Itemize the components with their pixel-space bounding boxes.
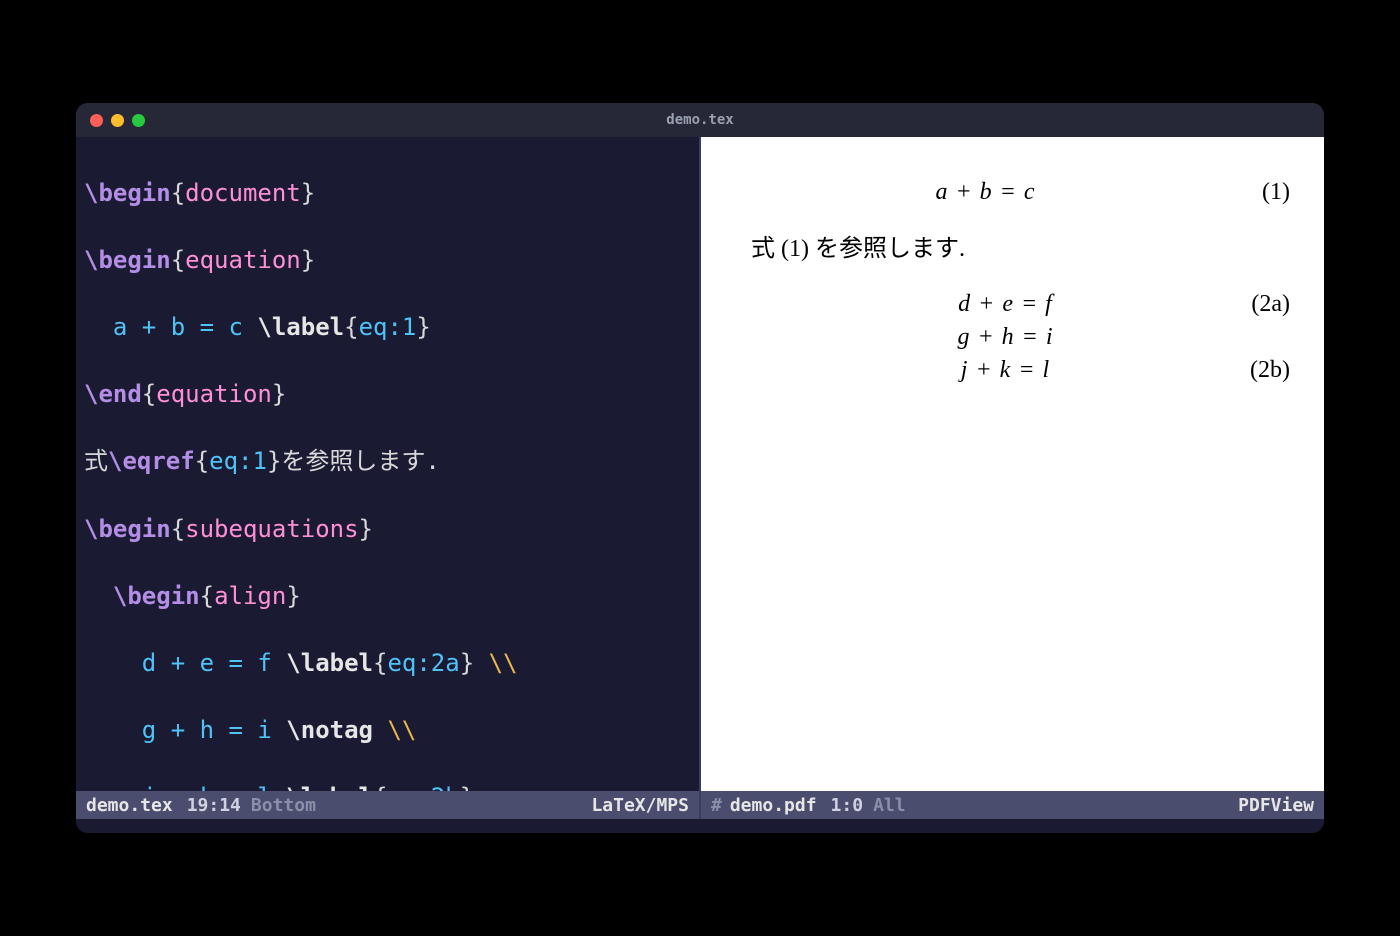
window-controls <box>90 114 145 127</box>
pdf-equation: g + h = i <box>791 324 1290 351</box>
close-icon[interactable] <box>90 114 103 127</box>
code-line: \begin{subequations} <box>76 513 699 547</box>
buffer-name: demo.pdf <box>730 795 817 816</box>
pdf-equation: j + k = l (2b) <box>791 357 1290 384</box>
modified-indicator: # <box>711 795 722 816</box>
titlebar: demo.tex <box>76 103 1324 137</box>
code-line: j + k = l \label{eq:2b} <box>76 781 699 791</box>
code-line: g + h = i \notag \\ <box>76 714 699 748</box>
code-line: \begin{document} <box>76 177 699 211</box>
code-line: d + e = f \label{eq:2a} \\ <box>76 647 699 681</box>
buffer-name: demo.tex <box>86 795 173 816</box>
code-line: \end{equation} <box>76 378 699 412</box>
minibuffer[interactable] <box>76 819 1324 833</box>
pdf-view[interactable]: a + b = c (1) 式 (1) を参照します. d + e = f (2… <box>701 137 1324 791</box>
minimize-icon[interactable] <box>111 114 124 127</box>
split-body: \begin{document} \begin{equation} a + b … <box>76 137 1324 819</box>
cursor-position: 1:0 <box>831 795 864 816</box>
code-line: \begin{equation} <box>76 244 699 278</box>
major-mode: PDFView <box>1238 795 1314 816</box>
code-line: 式\eqref{eq:1}を参照します. <box>76 445 699 479</box>
pdf-text: 式 (1) を参照します. <box>751 228 1290 263</box>
code-editor[interactable]: \begin{document} \begin{equation} a + b … <box>76 137 699 791</box>
statusbar-right: # demo.pdf 1:0 All PDFView <box>701 791 1324 819</box>
scroll-location: All <box>873 795 906 816</box>
major-mode: LaTeX/MPS <box>591 795 689 816</box>
zoom-icon[interactable] <box>132 114 145 127</box>
scroll-location: Bottom <box>251 795 316 816</box>
pdf-equation: a + b = c (1) <box>751 179 1290 206</box>
code-line: a + b = c \label{eq:1} <box>76 311 699 345</box>
cursor-position: 19:14 <box>187 795 241 816</box>
source-pane: \begin{document} \begin{equation} a + b … <box>76 137 701 819</box>
pdf-equation: d + e = f (2a) <box>791 291 1290 318</box>
code-line: \begin{align} <box>76 580 699 614</box>
pdf-pane: a + b = c (1) 式 (1) を参照します. d + e = f (2… <box>701 137 1324 819</box>
window-title: demo.tex <box>666 112 733 128</box>
editor-window: demo.tex \begin{document} \begin{equatio… <box>76 103 1324 833</box>
statusbar-left: demo.tex 19:14 Bottom LaTeX/MPS <box>76 791 699 819</box>
